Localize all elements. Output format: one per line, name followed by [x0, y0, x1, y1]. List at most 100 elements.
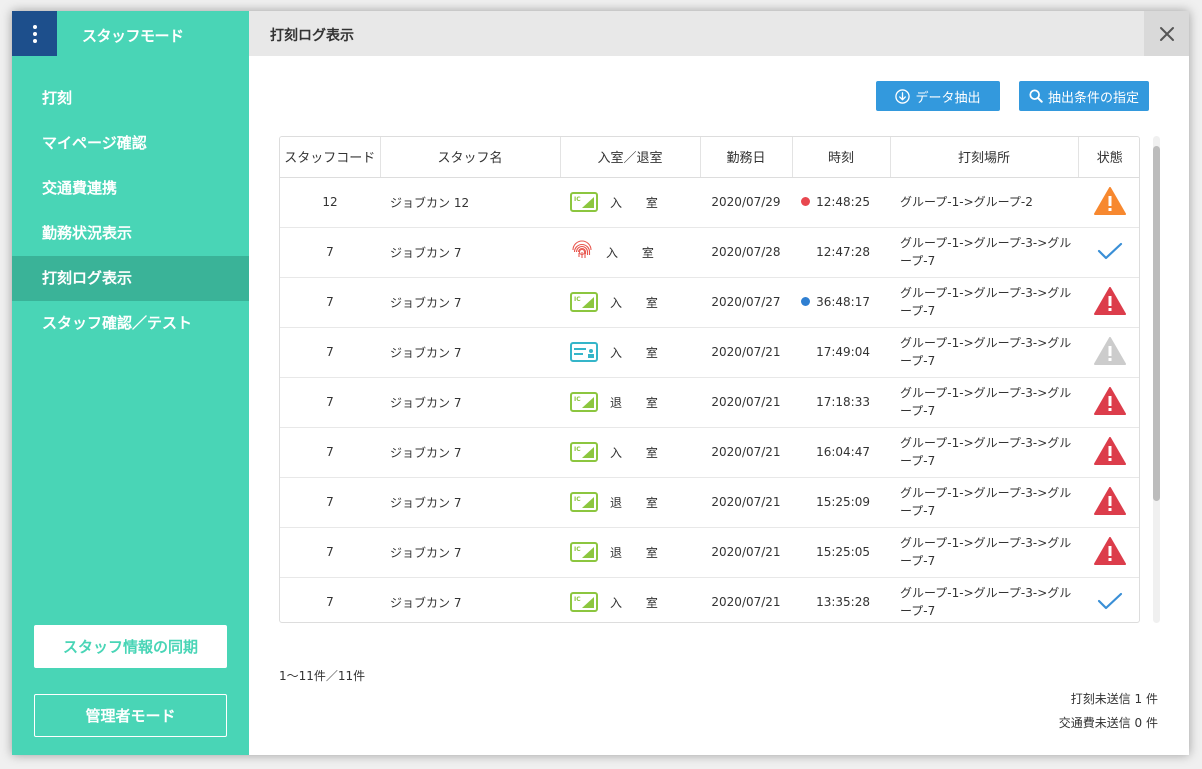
close-button[interactable]: [1144, 11, 1189, 56]
cell-work-date: 2020/07/21: [700, 577, 792, 622]
cell-staff-code: 7: [280, 577, 380, 622]
table-header-row: スタッフコード スタッフ名 入室／退室 勤務日 時刻 打刻場所 状態: [280, 137, 1139, 178]
in-out-label: 入 室: [610, 345, 668, 360]
cell-staff-name: ジョブカン 7: [380, 477, 560, 528]
filter-conditions-label: 抽出条件の指定: [1047, 90, 1139, 106]
cell-location: グループ-1->グループ-3->グループ-7: [890, 477, 1078, 528]
table-row[interactable]: 7 ジョブカン 7 IC 退 室 2020/07/21 15:25:09 グループ-1->グ…: [280, 477, 1139, 528]
col-header-status[interactable]: 状態: [1078, 137, 1139, 178]
cell-work-date: 2020/07/28: [700, 227, 792, 278]
cell-time: 17:49:04: [792, 327, 890, 378]
in-out-label: 退 室: [610, 395, 668, 410]
cell-work-date: 2020/07/27: [700, 277, 792, 328]
svg-text:IC: IC: [574, 296, 581, 303]
cell-time: 15:25:09: [792, 477, 890, 528]
warning-icon: [1093, 486, 1126, 515]
cell-staff-name: ジョブカン 7: [380, 527, 560, 578]
admin-mode-button[interactable]: 管理者モード: [34, 694, 227, 737]
cell-time: 12:48:25: [792, 177, 890, 228]
svg-text:IC: IC: [574, 546, 581, 553]
sidebar-item-transport[interactable]: 交通費連携: [12, 166, 249, 211]
cell-staff-name: ジョブカン 7: [380, 327, 560, 378]
cell-staff-name: ジョブカン 7: [380, 227, 560, 278]
cell-location: グループ-1->グループ-3->グループ-7: [890, 227, 1078, 278]
check-icon: [1097, 592, 1122, 609]
export-data-button[interactable]: データ抽出: [876, 81, 1000, 111]
table-row[interactable]: 7 ジョブカン 7 IC 入 室 2020/07/21 16:04:47 グループ-1->グ…: [280, 427, 1139, 478]
cell-time: 13:35:28: [792, 577, 890, 622]
kebab-menu-button[interactable]: [12, 11, 57, 56]
sidebar-item-work-status[interactable]: 勤務状況表示: [12, 211, 249, 256]
id-card-icon: [570, 342, 598, 362]
cell-staff-code: 7: [280, 227, 380, 278]
col-header-staff-code[interactable]: スタッフコード: [280, 137, 381, 178]
mode-title: スタッフモード: [82, 27, 184, 45]
sidebar-item-staff-test[interactable]: スタッフ確認／テスト: [12, 301, 249, 346]
cell-in-out: IC 退 室: [560, 377, 700, 428]
time-dot-icon: [801, 197, 811, 206]
cell-status: [1078, 527, 1139, 578]
cell-in-out: IC 入 室: [560, 577, 700, 622]
cell-in-out: IC 入 室: [560, 277, 700, 328]
table-row[interactable]: 7 ジョブカン 7 IC 退 室 2020/07/21 17:18:33 グループ-1->グ…: [280, 377, 1139, 428]
punch-log-table: スタッフコード スタッフ名 入室／退室 勤務日 時刻 打刻場所 状態 12 ジョブ…: [279, 136, 1140, 623]
col-header-staff-name[interactable]: スタッフ名: [380, 137, 561, 178]
cell-staff-name: ジョブカン 7: [380, 427, 560, 478]
cell-status: [1078, 577, 1139, 622]
cell-in-out: IC 入 室: [560, 427, 700, 478]
cell-staff-code: 7: [280, 277, 380, 328]
app-window: スタッフモード 打刻 マイページ確認 交通費連携 勤務状況表示 打刻ログ表示 ス…: [12, 11, 1189, 755]
svg-text:IC: IC: [574, 496, 581, 503]
kebab-dot-icon: [32, 31, 37, 36]
table-row[interactable]: 12 ジョブカン 12 IC 入 室 2020/07/29 12:48:25 グループ-1-…: [280, 177, 1139, 228]
sidebar: スタッフモード 打刻 マイページ確認 交通費連携 勤務状況表示 打刻ログ表示 ス…: [12, 11, 249, 755]
sidebar-item-mypage[interactable]: マイページ確認: [12, 121, 249, 166]
in-out-label: 入 室: [606, 245, 664, 260]
scrollbar-thumb[interactable]: [1153, 146, 1160, 501]
warning-icon: [1093, 336, 1126, 365]
cell-work-date: 2020/07/21: [700, 477, 792, 528]
sidebar-item-punch-log[interactable]: 打刻ログ表示: [12, 256, 249, 301]
svg-text:IC: IC: [574, 396, 581, 403]
sidebar-item-punch[interactable]: 打刻: [12, 76, 249, 121]
sync-staff-button[interactable]: スタッフ情報の同期: [34, 625, 227, 668]
table-row[interactable]: 7 ジョブカン 7 入 室 2020/07/28 12:47:28 グループ-1->グルー…: [280, 227, 1139, 278]
cell-status: [1078, 377, 1139, 428]
kebab-dot-icon: [32, 38, 37, 43]
cell-location: グループ-1->グループ-2: [890, 177, 1078, 228]
cell-staff-code: 7: [280, 377, 380, 428]
table-row[interactable]: 7 ジョブカン 7 IC 退 室 2020/07/21 15:25:05 グループ-1->グ…: [280, 527, 1139, 578]
ic-card-icon: IC: [570, 542, 598, 562]
table-row[interactable]: 7 ジョブカン 7 IC 入 室 2020/07/27 36:48:17 グループ-1->グ…: [280, 277, 1139, 328]
page-header: 打刻ログ表示: [249, 11, 1189, 56]
cell-staff-code: 7: [280, 477, 380, 528]
sidebar-nav: 打刻 マイページ確認 交通費連携 勤務状況表示 打刻ログ表示 スタッフ確認／テス…: [12, 76, 249, 346]
cell-staff-name: ジョブカン 7: [380, 277, 560, 328]
warning-icon: [1093, 436, 1126, 465]
table-row[interactable]: 7 ジョブカン 7 IC 入 室 2020/07/21 13:35:28 グループ-1->グ…: [280, 577, 1139, 622]
svg-text:IC: IC: [574, 596, 581, 603]
cell-status: [1078, 427, 1139, 478]
col-header-in-out[interactable]: 入室／退室: [560, 137, 701, 178]
col-header-time[interactable]: 時刻: [792, 137, 891, 178]
svg-text:IC: IC: [574, 196, 581, 203]
cell-staff-name: ジョブカン 7: [380, 377, 560, 428]
warning-icon: [1093, 536, 1126, 565]
col-header-work-date[interactable]: 勤務日: [700, 137, 793, 178]
time-value: 36:48:17: [816, 295, 870, 309]
warning-icon: [1093, 186, 1126, 215]
cell-staff-name: ジョブカン 12: [380, 177, 560, 228]
time-value: 12:48:25: [816, 195, 870, 209]
cell-status: [1078, 227, 1139, 278]
filter-conditions-button[interactable]: 抽出条件の指定: [1019, 81, 1149, 111]
cell-work-date: 2020/07/21: [700, 527, 792, 578]
record-count: 1〜11件／11件: [279, 669, 366, 683]
col-header-location[interactable]: 打刻場所: [890, 137, 1079, 178]
time-value: 17:18:33: [816, 395, 870, 409]
cell-work-date: 2020/07/29: [700, 177, 792, 228]
fingerprint-icon: [572, 240, 592, 258]
ic-card-icon: IC: [570, 442, 598, 462]
cell-staff-code: 7: [280, 527, 380, 578]
sidebar-header: スタッフモード: [12, 11, 249, 56]
table-row[interactable]: 7 ジョブカン 7 入 室 2020/07/21 17:49:04 グループ-1->グルー…: [280, 327, 1139, 378]
